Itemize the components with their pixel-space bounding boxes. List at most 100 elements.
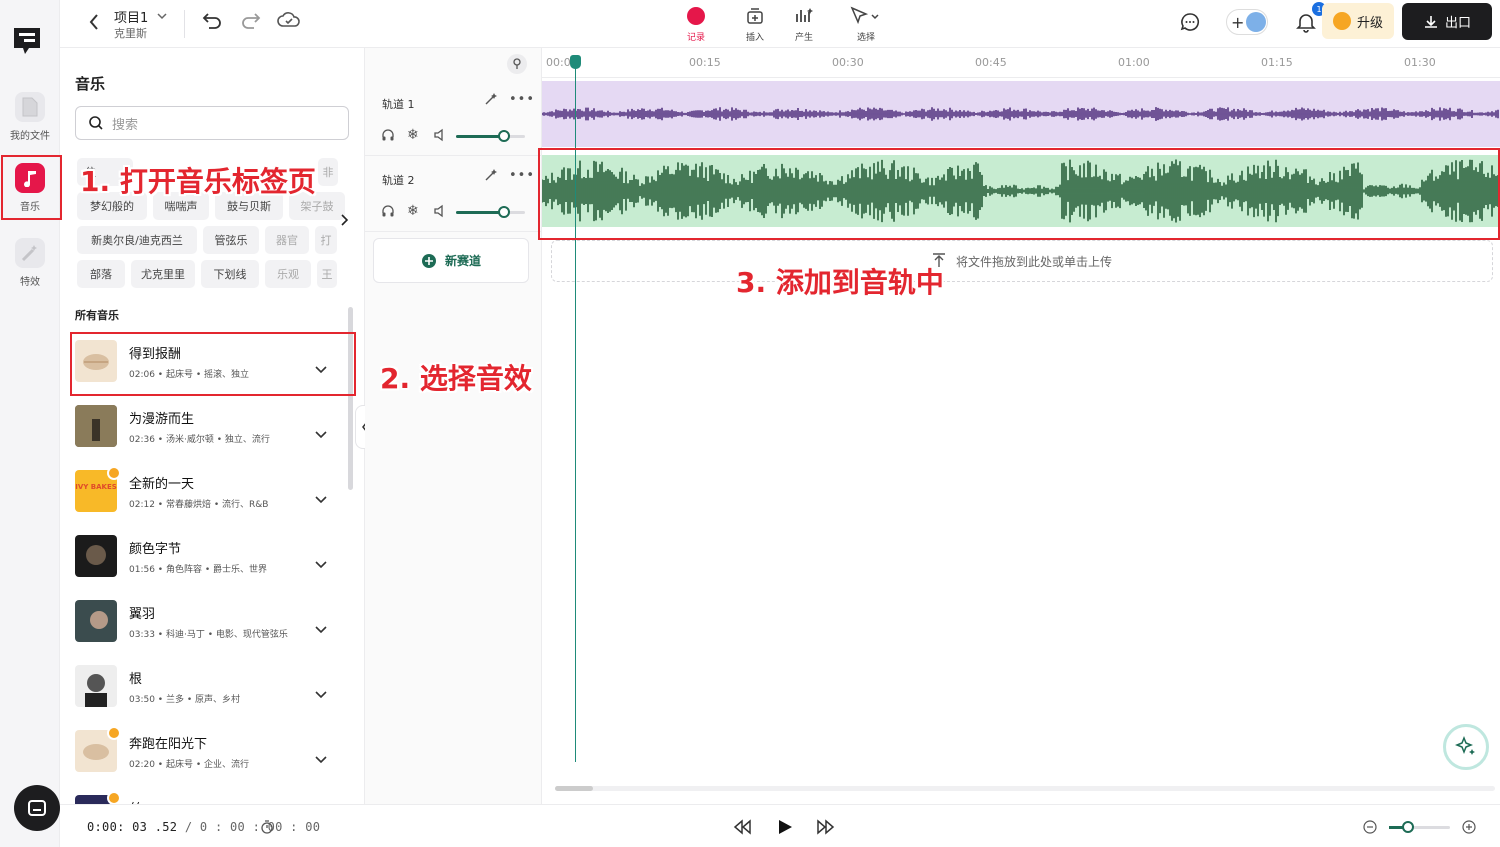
genre-chip[interactable]: 打	[315, 226, 337, 254]
search-input[interactable]: 搜索	[75, 106, 349, 140]
upload-drop-zone[interactable]: 将文件拖放到此处或单击上传	[551, 240, 1493, 282]
collaborators-button[interactable]: +	[1226, 9, 1268, 35]
rewind-icon[interactable]	[732, 819, 752, 838]
rail-item-my-files[interactable]: 我的文件	[6, 92, 54, 142]
support-chat-button[interactable]	[14, 785, 60, 831]
track-title: 颜色字节	[129, 542, 182, 557]
audio-clip-track-1[interactable]	[541, 81, 1500, 147]
music-item[interactable]: 颜色字节 01:56 • 角色阵容 • 爵士乐、世界	[74, 525, 354, 585]
volume-slider[interactable]	[456, 206, 525, 218]
magic-edit-icon[interactable]	[484, 92, 498, 109]
chevron-down-icon[interactable]	[314, 754, 328, 768]
zoom-in-icon[interactable]	[1462, 820, 1476, 837]
genre-chip[interactable]: 器官	[265, 226, 309, 254]
chevron-down-icon[interactable]	[156, 10, 168, 24]
magic-edit-icon[interactable]	[484, 168, 498, 185]
cloud-save-icon[interactable]	[277, 10, 301, 33]
track-meta: 03:50 • 兰多 • 原声、乡村	[129, 695, 240, 705]
section-label: 所有音乐	[75, 309, 119, 322]
playhead-handle[interactable]	[570, 55, 581, 69]
ruler-label: 00:15	[689, 56, 721, 69]
headphones-icon[interactable]	[381, 204, 395, 221]
annotation-box-track-item	[70, 332, 356, 396]
timeline-ruler[interactable]: 00:0 00:15 00:30 00:45 01:00 01:15 01:30	[542, 48, 1500, 78]
drop-zone-text: 将文件拖放到此处或单击上传	[955, 254, 1112, 269]
genre-chip[interactable]: 尤克里里	[131, 260, 195, 288]
play-icon[interactable]	[776, 818, 794, 839]
chevron-down-icon[interactable]	[314, 429, 328, 443]
chevron-down-icon[interactable]	[314, 494, 328, 508]
more-icon[interactable]: •••	[509, 168, 535, 183]
tool-select[interactable]: 选择	[846, 5, 886, 43]
new-track-label: 新赛道	[444, 254, 481, 268]
music-item[interactable]: IVY BAKES 全新的一天 02:12 • 常春藤烘焙 • 流行、R&B	[74, 460, 354, 520]
annotation-step-3: 3. 添加到音轨中	[736, 266, 944, 299]
rail-item-effects[interactable]: 特效	[6, 238, 54, 288]
zoom-out-icon[interactable]	[1363, 820, 1377, 837]
zoom-slider[interactable]	[1389, 821, 1450, 833]
genre-chip[interactable]: 部落	[77, 260, 125, 288]
genre-chip[interactable]: 下划线	[201, 260, 259, 288]
record-icon	[687, 7, 705, 25]
cursor-icon	[850, 6, 879, 25]
new-track-button[interactable]: 新赛道	[373, 238, 529, 283]
tool-insert[interactable]: 插入	[735, 5, 775, 43]
album-thumbnail	[75, 791, 121, 804]
music-item[interactable]: 翼羽 03:33 • 科迪·马丁 • 电影、现代管弦乐	[74, 590, 354, 650]
tool-record[interactable]: 记录	[676, 5, 716, 43]
music-item[interactable]: 根 03:50 • 兰多 • 原声、乡村	[74, 655, 354, 715]
speaker-icon[interactable]	[433, 128, 447, 145]
freeze-icon[interactable]: ❄	[407, 203, 419, 219]
generate-icon	[796, 8, 813, 22]
fast-forward-icon[interactable]	[816, 819, 836, 838]
scrollbar-thumb[interactable]	[555, 786, 593, 791]
magic-wand-icon	[15, 238, 45, 268]
snap-magnet-icon[interactable]	[507, 54, 527, 74]
music-item[interactable]: 奔跑在阳光下 02:20 • 起床号 • 企业、流行	[74, 720, 354, 780]
zoom-slider-knob[interactable]	[1402, 821, 1414, 833]
volume-slider-knob[interactable]	[498, 206, 510, 218]
speaker-icon[interactable]	[433, 204, 447, 221]
genre-chip[interactable]: 新奥尔良/迪克西兰	[77, 226, 197, 254]
tool-generate[interactable]: 产生	[784, 5, 824, 43]
more-icon[interactable]: •••	[509, 92, 535, 107]
ruler-label: 01:15	[1261, 56, 1293, 69]
export-button[interactable]: 出口	[1402, 3, 1492, 40]
chevron-down-icon[interactable]	[314, 559, 328, 573]
back-icon[interactable]	[88, 13, 100, 34]
ai-assistant-button[interactable]	[1443, 724, 1489, 770]
track-name: 轨道 1	[382, 98, 415, 111]
app-logo-icon[interactable]	[11, 25, 43, 57]
ruler-label: 00:30	[832, 56, 864, 69]
chat-icon	[28, 800, 46, 816]
premium-crown-icon	[107, 791, 121, 804]
music-item[interactable]: 丝	[74, 785, 354, 804]
undo-icon[interactable]	[201, 10, 223, 33]
timer-icon[interactable]	[260, 820, 274, 837]
timeline-horizontal-scrollbar[interactable]	[555, 786, 1495, 791]
chevron-right-icon[interactable]	[340, 213, 350, 230]
redo-icon[interactable]	[240, 10, 262, 33]
freeze-icon[interactable]: ❄	[407, 127, 419, 143]
track-title: 为漫游而生	[129, 412, 195, 427]
comment-icon[interactable]	[1179, 11, 1201, 36]
chevron-down-icon[interactable]	[314, 689, 328, 703]
bell-icon[interactable]	[1296, 11, 1316, 36]
chevron-down-icon[interactable]	[314, 624, 328, 638]
genre-chip[interactable]: 乐观	[265, 260, 311, 288]
project-name[interactable]: 项目1	[114, 7, 148, 26]
track-meta: 02:36 • 汤米·威尔顿 • 独立、流行	[129, 435, 270, 445]
volume-slider-knob[interactable]	[498, 130, 510, 142]
genre-chip[interactable]: 王	[317, 260, 337, 288]
volume-slider[interactable]	[456, 130, 525, 142]
left-rail: 我的文件 音乐 特效	[0, 0, 60, 847]
annotation-step-2: 2. 选择音效	[380, 362, 532, 395]
genre-chip[interactable]: 管弦乐	[203, 226, 259, 254]
track-headers: 轨道 1 ••• ❄ 轨道 2 ••• ❄ 新赛道	[365, 48, 542, 804]
track-name: 轨道 2	[382, 174, 415, 187]
headphones-icon[interactable]	[381, 128, 395, 145]
upgrade-button[interactable]: 升级	[1322, 3, 1394, 39]
track-meta: 03:33 • 科迪·马丁 • 电影、现代管弦乐	[129, 630, 288, 640]
genre-chip[interactable]: 非	[318, 158, 338, 186]
music-item[interactable]: 为漫游而生 02:36 • 汤米·威尔顿 • 独立、流行	[74, 395, 354, 455]
